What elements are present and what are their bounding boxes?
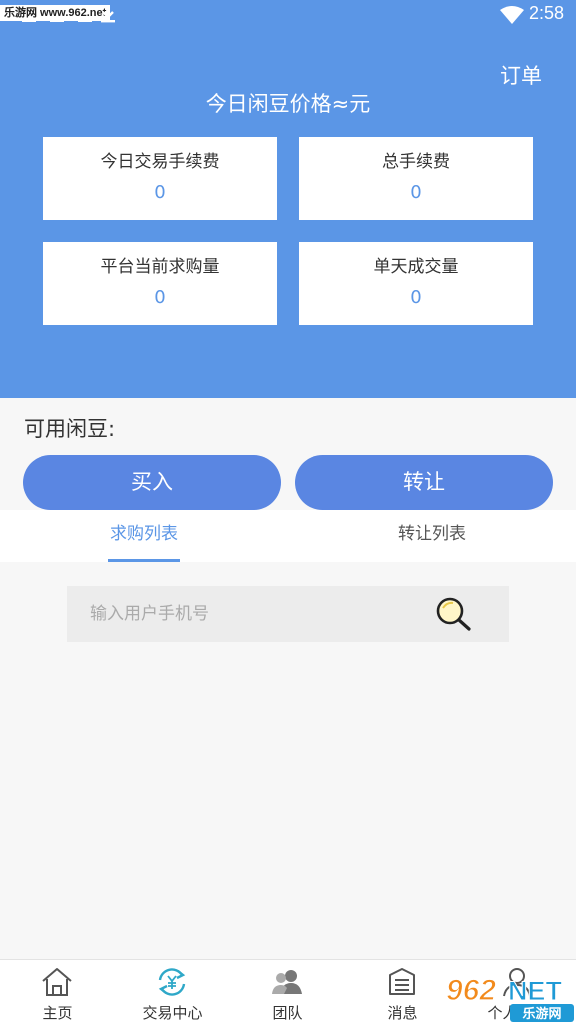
download-icon [101, 5, 115, 23]
list-tabs: 求购列表 转让列表 [0, 510, 576, 562]
svg-text:962: 962 [446, 974, 496, 1007]
transfer-button[interactable]: 转让 [295, 455, 553, 510]
clock: 2:58 [528, 3, 564, 23]
search-icon[interactable] [435, 596, 473, 632]
home-icon [42, 968, 72, 996]
stat-card-total-fee: 总手续费 0 [299, 137, 533, 220]
wifi-icon [500, 6, 524, 24]
buy-button[interactable]: 买入 [23, 455, 281, 510]
stat-value: 0 [410, 182, 422, 203]
stat-label: 平台当前求购量 [100, 257, 220, 277]
nav-team[interactable]: 团队 [230, 960, 345, 1024]
stat-label: 总手续费 [382, 152, 450, 172]
message-icon [389, 968, 415, 995]
search-bar [67, 586, 509, 642]
tab-transfer-list[interactable]: 转让列表 [288, 510, 576, 562]
nav-label: 团队 [272, 1004, 303, 1022]
nav-label: 主页 [42, 1004, 73, 1022]
svg-text:乐游网: 乐游网 [522, 1006, 561, 1022]
stat-card-purchase-volume: 平台当前求购量 0 [43, 242, 277, 325]
price-title: 今日闲豆价格≈元 [205, 92, 371, 116]
notification-icons [22, 20, 92, 22]
orders-link[interactable]: 订单 [500, 60, 542, 90]
stat-label: 单天成交量 [373, 257, 459, 277]
team-icon [272, 970, 302, 994]
site-logo-watermark: 962 NET 乐游网 [445, 973, 574, 1022]
stat-label: 今日交易手续费 [100, 152, 220, 172]
exchange-icon [158, 968, 186, 996]
stat-value: 0 [410, 287, 422, 308]
stat-value: 0 [154, 182, 166, 203]
nav-home[interactable]: 主页 [0, 960, 115, 1024]
phone-search-input[interactable] [67, 586, 427, 642]
tab-purchase-list[interactable]: 求购列表 [0, 510, 288, 562]
nav-trading-center[interactable]: 交易中心 [115, 960, 230, 1024]
available-beans-label: 可用闲豆: [24, 417, 116, 441]
svg-text:NET: NET [508, 976, 563, 1006]
active-tab-indicator [108, 559, 180, 562]
summary-header: 订单 今日闲豆价格≈元 今日交易手续费 0 总手续费 0 平台当前求购量 0 单… [0, 30, 576, 398]
status-bar: 乐游网 www.962.net 2:58 [0, 0, 576, 30]
watermark-text: 乐游网 www.962.net [0, 5, 111, 21]
stat-value: 0 [154, 287, 166, 308]
stat-card-today-fee: 今日交易手续费 0 [43, 137, 277, 220]
nav-label: 交易中心 [142, 1004, 203, 1022]
stat-card-daily-volume: 单天成交量 0 [299, 242, 533, 325]
